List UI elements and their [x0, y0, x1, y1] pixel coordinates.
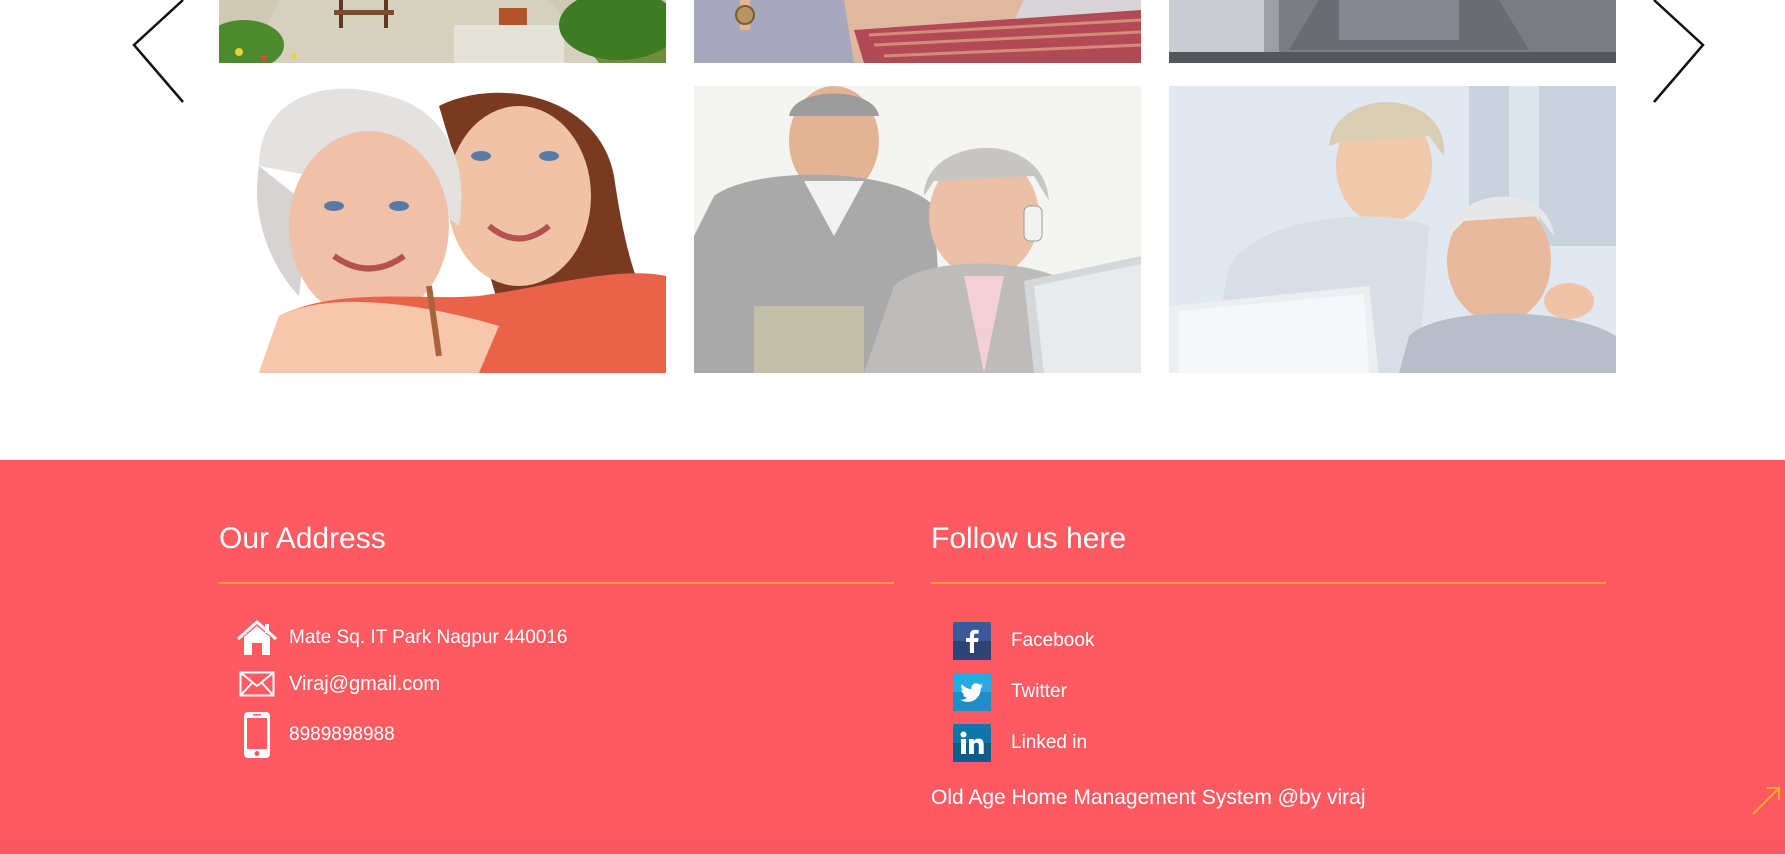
address-divider [219, 582, 894, 584]
copyright-text: Old Age Home Management System @by viraj [931, 786, 1366, 809]
photo-elderly-woman-and-daughter[interactable] [219, 86, 666, 373]
chevron-right-icon [1653, 0, 1705, 103]
photo-elderly-couple-laptop[interactable] [1169, 86, 1616, 373]
twitter-icon [953, 673, 991, 711]
site-footer: Our Address Mate Sq. IT Park Nagpur 4400… [0, 460, 1785, 854]
footer-bottom-strip [0, 840, 1785, 854]
gallery-prev-button[interactable] [128, 0, 188, 110]
facebook-icon [953, 622, 991, 660]
social-link-linkedin[interactable]: Linked in [931, 724, 1087, 762]
photo-man-laptop[interactable] [1169, 0, 1616, 63]
facebook-label[interactable]: Facebook [1011, 630, 1094, 652]
photo-couple-embrace[interactable] [694, 0, 1141, 63]
photo-elderly-couple-phone-laptop[interactable] [694, 86, 1141, 373]
gallery-next-button[interactable] [1650, 0, 1710, 110]
address-column: Our Address Mate Sq. IT Park Nagpur 4400… [219, 460, 894, 854]
social-link-twitter[interactable]: Twitter [931, 673, 1067, 711]
photo-garden-patio[interactable] [219, 0, 666, 63]
chevron-left-icon [132, 0, 184, 103]
envelope-icon [233, 666, 281, 702]
address-text: Mate Sq. IT Park Nagpur 440016 [289, 627, 568, 648]
address-title: Our Address [219, 522, 386, 555]
address-row: Mate Sq. IT Park Nagpur 440016 [219, 618, 567, 658]
follow-divider [931, 582, 1606, 584]
email-link[interactable]: Viraj@gmail.com [289, 673, 440, 696]
home-icon [233, 618, 281, 658]
follow-column: Follow us here Facebook Twitter Linked i… [931, 460, 1606, 854]
follow-title: Follow us here [931, 522, 1127, 555]
email-row: Viraj@gmail.com [219, 666, 440, 702]
mobile-phone-icon [233, 710, 281, 760]
phone-row: 8989898988 [219, 710, 395, 760]
linkedin-label[interactable]: Linked in [1011, 732, 1087, 754]
photo-gallery [0, 0, 1785, 460]
scroll-to-top-button[interactable] [1745, 782, 1785, 822]
arrow-up-right-icon [1752, 787, 1780, 815]
twitter-label[interactable]: Twitter [1011, 681, 1067, 703]
phone-number: 8989898988 [289, 724, 395, 745]
linkedin-icon [953, 724, 991, 762]
social-link-facebook[interactable]: Facebook [931, 622, 1094, 660]
